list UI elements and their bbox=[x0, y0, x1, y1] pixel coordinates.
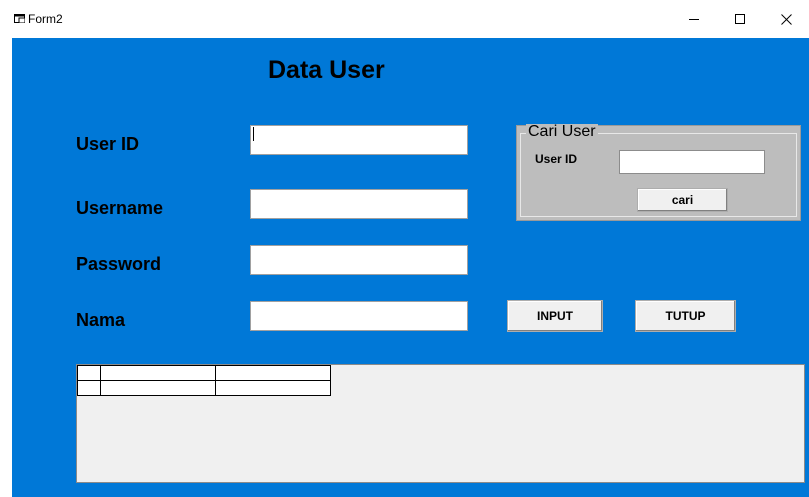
minimize-button[interactable] bbox=[671, 0, 717, 38]
data-grid[interactable] bbox=[76, 364, 805, 483]
form-client-area: Data User User ID Username Password Nama… bbox=[12, 38, 809, 497]
close-icon bbox=[780, 13, 792, 25]
minimize-icon bbox=[689, 19, 699, 20]
groupbox-title: Cari User bbox=[526, 123, 598, 140]
window-title: Form2 bbox=[28, 12, 63, 26]
nama-field[interactable] bbox=[250, 301, 468, 331]
input-button[interactable]: INPUT bbox=[507, 300, 603, 332]
title-bar: Form2 bbox=[0, 0, 809, 38]
user-id-field[interactable] bbox=[250, 125, 468, 155]
nama-label: Nama bbox=[76, 310, 126, 330]
user-id-label: User ID bbox=[76, 134, 140, 154]
password-label: Password bbox=[76, 254, 162, 274]
username-label: Username bbox=[76, 198, 164, 218]
grid-cell[interactable] bbox=[100, 380, 216, 396]
maximize-button[interactable] bbox=[717, 0, 763, 38]
password-field[interactable] bbox=[250, 245, 468, 275]
grid-cell[interactable] bbox=[215, 380, 331, 396]
grid-row[interactable] bbox=[77, 380, 331, 396]
grid-corner-cell bbox=[77, 365, 101, 381]
grid-table bbox=[77, 365, 331, 396]
maximize-icon bbox=[735, 14, 745, 24]
username-field[interactable] bbox=[250, 189, 468, 219]
search-user-id-field[interactable] bbox=[619, 150, 765, 174]
text-caret bbox=[253, 127, 254, 141]
search-button[interactable]: cari bbox=[637, 188, 728, 212]
close-button[interactable] bbox=[763, 0, 809, 38]
page-title: Data User bbox=[268, 56, 385, 84]
search-user-id-label: User ID bbox=[535, 152, 578, 166]
grid-header-row bbox=[77, 365, 331, 381]
tutup-button[interactable]: TUTUP bbox=[635, 300, 736, 332]
grid-column-header[interactable] bbox=[100, 365, 216, 381]
grid-row-header bbox=[77, 380, 101, 396]
grid-column-header[interactable] bbox=[215, 365, 331, 381]
search-groupbox: Cari User User ID cari bbox=[516, 123, 801, 221]
app-icon bbox=[14, 14, 25, 23]
